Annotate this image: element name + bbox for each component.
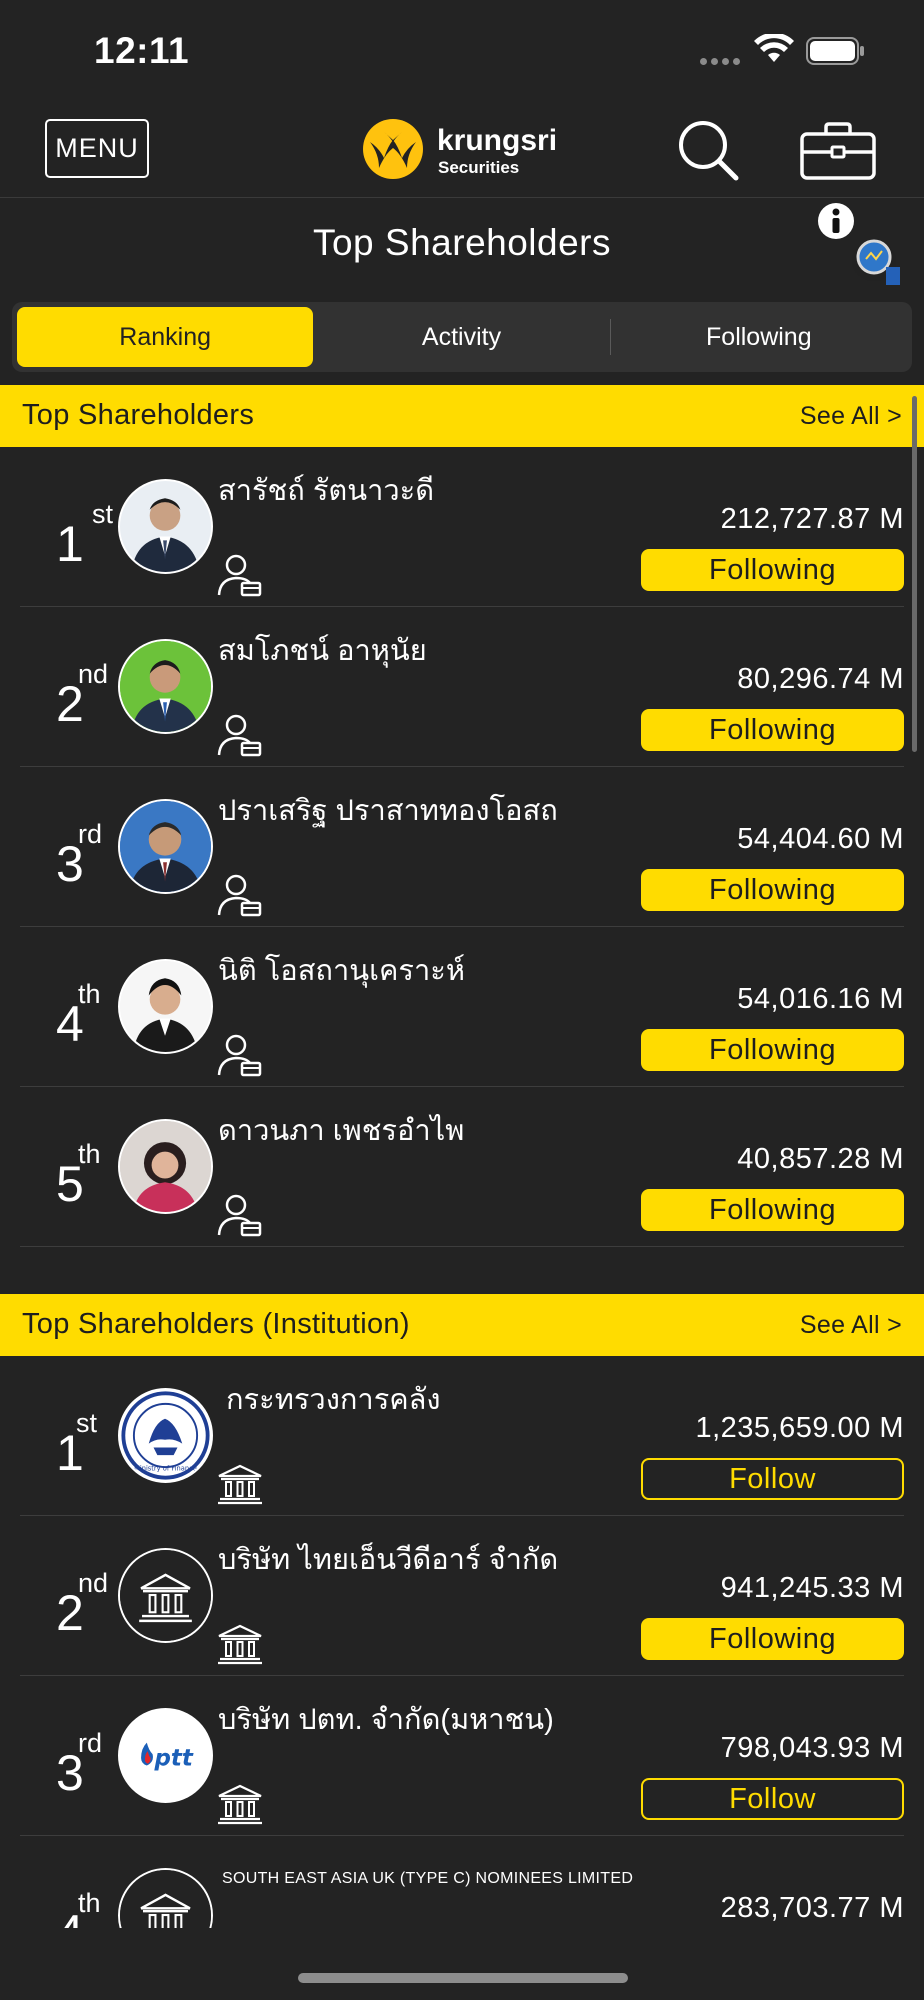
person-briefcase-icon bbox=[217, 554, 262, 597]
avatar bbox=[118, 479, 213, 574]
info-icon[interactable] bbox=[816, 201, 906, 287]
ptt-logo: ptt bbox=[118, 1708, 213, 1803]
app-screen: 12:11 MENU krungsri Securities Top Share… bbox=[0, 0, 924, 2000]
following-button[interactable]: Following bbox=[641, 549, 904, 591]
avatar bbox=[118, 959, 213, 1054]
avatar bbox=[118, 639, 213, 734]
rank-suffix: rd bbox=[78, 819, 103, 849]
holding-value: 283,703.77 M bbox=[720, 1892, 904, 1924]
krungsri-logo[interactable]: krungsri Securities bbox=[362, 116, 572, 182]
person-briefcase-icon bbox=[217, 874, 262, 917]
institution-row[interactable]: 3 rd ptt บริษัท ปตท. จำกัด(มหาชน) 798,04… bbox=[20, 1676, 904, 1836]
person-briefcase-icon bbox=[217, 1194, 262, 1237]
institution-name: กระทรวงการคลัง bbox=[226, 1384, 441, 1416]
follow-button[interactable]: Follow bbox=[641, 1778, 904, 1820]
see-all-link[interactable]: See All > bbox=[800, 402, 902, 431]
building-icon bbox=[218, 1784, 262, 1825]
institution-row[interactable]: 2 nd บริษัท ไทยเอ็นวีดีอาร์ จำกัด 941,24… bbox=[20, 1516, 904, 1676]
shareholder-row[interactable]: 4 th นิติ โอสถานุเคราะห์ 54,016.16 M Fol… bbox=[20, 927, 904, 1087]
logo-subtitle: Securities bbox=[438, 158, 520, 177]
holding-value: 54,404.60 M bbox=[737, 823, 904, 855]
shareholder-name: ดาวนภา เพชรอำไพ bbox=[218, 1115, 465, 1147]
holding-value: 1,235,659.00 M bbox=[695, 1412, 904, 1444]
cellular-signal-icon bbox=[700, 58, 740, 65]
institution-name: SOUTH EAST ASIA UK (TYPE C) NOMINEES LIM… bbox=[222, 1870, 634, 1887]
search-icon[interactable] bbox=[676, 118, 740, 182]
building-icon bbox=[218, 1624, 262, 1665]
avatar bbox=[118, 799, 213, 894]
holding-value: 212,727.87 M bbox=[720, 503, 904, 535]
person-briefcase-icon bbox=[217, 714, 262, 757]
rank-suffix: th bbox=[78, 1139, 101, 1169]
institution-row[interactable]: 4 th SOUTH EAST ASIA UK (TYPE C) NOMINEE… bbox=[20, 1836, 904, 1928]
see-all-link[interactable]: See All > bbox=[800, 1311, 902, 1340]
following-button[interactable]: Following bbox=[641, 1029, 904, 1071]
holding-value: 941,245.33 M bbox=[720, 1572, 904, 1604]
ministry-of-finance-logo: Ministry of Finance bbox=[118, 1388, 213, 1483]
institution-name: บริษัท ไทยเอ็นวีดีอาร์ จำกัด bbox=[218, 1544, 559, 1576]
rank-suffix: th bbox=[78, 979, 101, 1009]
following-button[interactable]: Following bbox=[641, 709, 904, 751]
rank-suffix: th bbox=[78, 1888, 101, 1918]
section-header-institution: Top Shareholders (Institution) See All > bbox=[0, 1294, 924, 1356]
building-icon bbox=[218, 1464, 262, 1505]
krungsri-logo-icon bbox=[363, 119, 423, 179]
institution-avatar bbox=[118, 1548, 213, 1643]
rank-number: 1 bbox=[56, 516, 84, 572]
institution-row[interactable]: 1 st Ministry of Finance กระทรวงการคลัง … bbox=[20, 1356, 904, 1516]
tab-activity[interactable]: Activity bbox=[313, 307, 609, 367]
shareholder-name: ปราเสริฐ ปราสาททองโอสถ bbox=[218, 795, 558, 827]
menu-button[interactable]: MENU bbox=[45, 119, 149, 178]
rank-suffix: nd bbox=[78, 1568, 109, 1598]
shareholder-row[interactable]: 1 st สารัชถ์ รัตนาวะดี 212,727.87 M Foll… bbox=[20, 447, 904, 607]
follow-button[interactable]: Follow bbox=[641, 1458, 904, 1500]
shareholder-row[interactable]: 5 th ดาวนภา เพชรอำไพ 40,857.28 M Followi… bbox=[20, 1087, 904, 1247]
section-title: Top Shareholders bbox=[22, 399, 255, 431]
shareholder-name: สมโภชน์ อาหุนัย bbox=[218, 635, 427, 667]
briefcase-icon[interactable] bbox=[800, 122, 876, 180]
status-bar: 12:11 bbox=[0, 0, 924, 100]
avatar bbox=[118, 1119, 213, 1214]
ptt-logo-text: ptt bbox=[153, 1746, 193, 1772]
following-button[interactable]: Following bbox=[641, 1618, 904, 1660]
tab-ranking[interactable]: Ranking bbox=[17, 307, 314, 367]
shareholder-row[interactable]: 3 rd ปราเสริฐ ปราสาททองโอสถ 54,404.60 M … bbox=[20, 767, 904, 927]
logo-name: krungsri bbox=[437, 124, 558, 157]
battery-icon bbox=[806, 37, 864, 65]
following-button[interactable]: Following bbox=[641, 869, 904, 911]
ministry-logo-text: Ministry of Finance bbox=[134, 1464, 197, 1472]
title-bar: Top Shareholders bbox=[0, 198, 924, 292]
page-title: Top Shareholders bbox=[312, 222, 612, 263]
rank-suffix: st bbox=[76, 1408, 98, 1438]
rank-suffix: st bbox=[92, 499, 114, 529]
rank-suffix: nd bbox=[78, 659, 109, 689]
tab-following[interactable]: Following bbox=[611, 307, 907, 367]
institution-avatar bbox=[118, 1868, 213, 1928]
segmented-tabs: Ranking Activity Following bbox=[12, 302, 912, 372]
rank-suffix: rd bbox=[78, 1728, 103, 1758]
wifi-icon bbox=[754, 34, 794, 62]
section-title: Top Shareholders (Institution) bbox=[22, 1308, 410, 1340]
holding-value: 80,296.74 M bbox=[737, 663, 904, 695]
holding-value: 798,043.93 M bbox=[720, 1732, 904, 1764]
nav-bar: MENU krungsri Securities bbox=[0, 100, 924, 198]
holding-value: 54,016.16 M bbox=[737, 983, 904, 1015]
institution-name: บริษัท ปตท. จำกัด(มหาชน) bbox=[218, 1704, 554, 1736]
holding-value: 40,857.28 M bbox=[737, 1143, 904, 1175]
person-briefcase-icon bbox=[217, 1034, 262, 1077]
status-time: 12:11 bbox=[94, 30, 190, 71]
following-button[interactable]: Following bbox=[641, 1189, 904, 1231]
list-clip: 4 th SOUTH EAST ASIA UK (TYPE C) NOMINEE… bbox=[0, 1836, 924, 1928]
shareholder-name: สารัชถ์ รัตนาวะดี bbox=[218, 475, 435, 507]
scrollbar[interactable] bbox=[912, 396, 917, 752]
section-header-top-shareholders: Top Shareholders See All > bbox=[0, 385, 924, 447]
home-indicator[interactable] bbox=[298, 1973, 628, 1983]
shareholder-name: นิติ โอสถานุเคราะห์ bbox=[218, 955, 465, 987]
shareholder-row[interactable]: 2 nd สมโภชน์ อาหุนัย 80,296.74 M Followi… bbox=[20, 607, 904, 767]
